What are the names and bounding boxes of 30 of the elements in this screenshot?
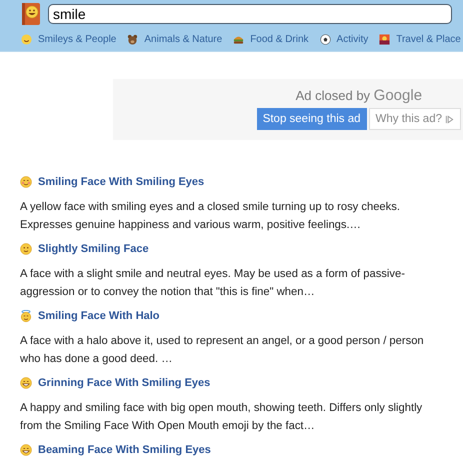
emoji-book-logo-icon[interactable] xyxy=(21,2,41,26)
emoji-title-link[interactable]: Slightly Smiling Face xyxy=(38,243,149,255)
smiley-icon xyxy=(21,34,32,45)
emoji-title-link[interactable]: Smiling Face With Halo xyxy=(38,310,160,322)
stop-seeing-ad-button[interactable]: Stop seeing this ad xyxy=(256,108,367,130)
emoji-title-link[interactable]: Smiling Face With Smiling Eyes xyxy=(38,176,204,188)
grinning-face-icon xyxy=(20,444,32,456)
category-link[interactable]: Food & Drink xyxy=(233,34,309,45)
ad-closed-message: Ad closed by Google xyxy=(296,87,422,104)
why-this-ad-button[interactable]: Why this ad? xyxy=(368,108,461,130)
bear-icon xyxy=(127,34,138,45)
category-link[interactable]: Smileys & People xyxy=(21,34,116,45)
soccer-ball-icon xyxy=(320,34,331,45)
emoji-title-link[interactable]: Grinning Face With Smiling Eyes xyxy=(38,377,210,389)
category-link[interactable]: Activity xyxy=(320,34,368,45)
search-field[interactable]: smile xyxy=(48,4,452,24)
grinning-face-icon xyxy=(20,377,32,389)
smiley-icon xyxy=(20,176,32,188)
play-icon xyxy=(445,114,454,124)
emoji-description: A face with a halo above it, used to represent an angel, or a good person / person who has done a good deed. … xyxy=(20,334,425,367)
emoji-description: A happy and smiling face with big open mouth, showing teeth. Differs only slightly from the Smiling Face With Open Mouth emoji by the fact… xyxy=(20,401,424,434)
smiley-icon xyxy=(20,243,32,255)
emoji-title-link[interactable]: Beaming Face With Smiling Eyes xyxy=(38,444,211,456)
sunset-icon xyxy=(379,34,390,45)
halo-smiley-icon xyxy=(20,310,32,322)
emoji-description: A yellow face with smiling eyes and a closed smile turning up to rosy cheeks. Expresses genuine happiness and various warm, positive feelings.… xyxy=(20,200,401,233)
emoji-description: A face with a slight smile and neutral eyes. May be used as a form of passive-aggression or to convey the notion that "this is fine" when… xyxy=(20,267,406,300)
burger-icon xyxy=(233,34,244,45)
category-link[interactable]: Travel & Place xyxy=(379,34,461,45)
category-link[interactable]: Animals & Nature xyxy=(127,34,222,45)
